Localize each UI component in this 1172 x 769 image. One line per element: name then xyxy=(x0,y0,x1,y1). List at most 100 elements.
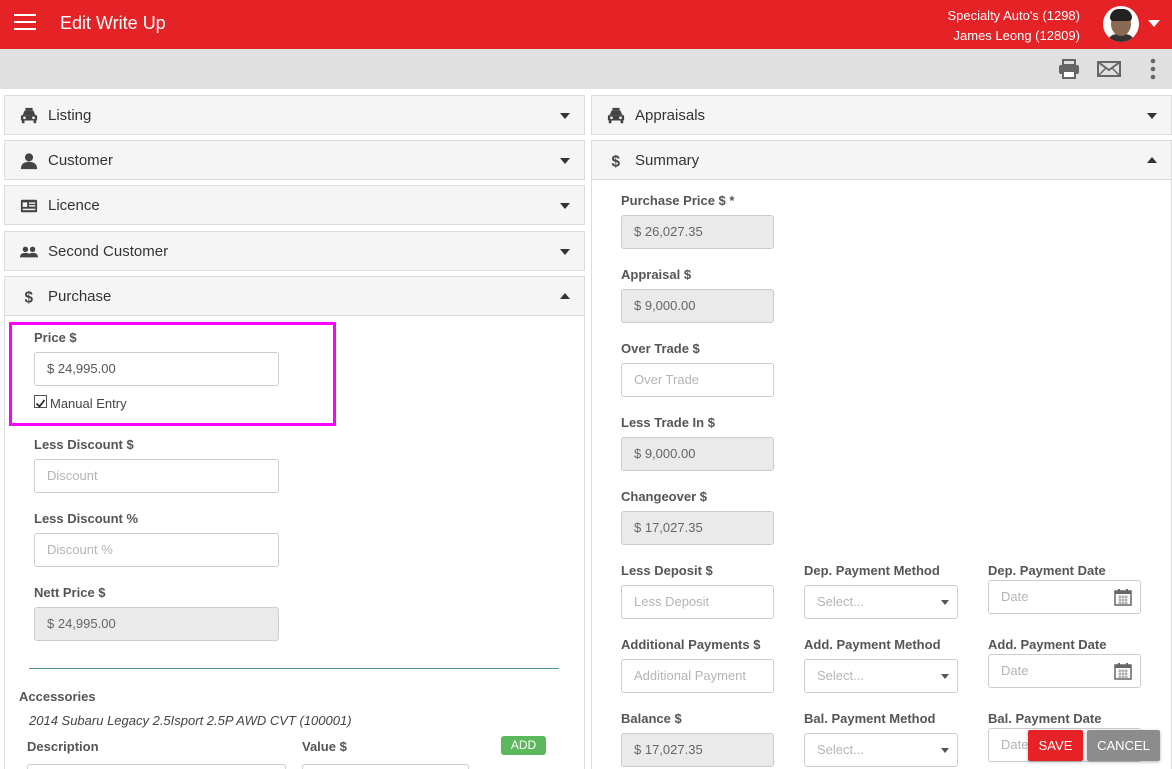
id-card-icon xyxy=(20,199,38,213)
less-trade-in-label: Less Trade In $ xyxy=(621,415,715,430)
hamburger-menu-icon[interactable] xyxy=(14,14,36,32)
appraisal-field: $ 9,000.00 xyxy=(621,289,774,323)
calendar-icon[interactable] xyxy=(1114,662,1132,680)
car-icon xyxy=(20,107,38,124)
add-method-label: Add. Payment Method xyxy=(804,637,941,652)
panel-second-customer[interactable]: Second Customer xyxy=(4,231,585,271)
less-discount-pct-label: Less Discount % xyxy=(34,511,139,526)
less-discount-pct-input[interactable]: Discount % xyxy=(34,533,279,567)
person-icon xyxy=(20,153,38,170)
chevron-down-icon xyxy=(560,113,570,119)
additional-payments-label: Additional Payments $ xyxy=(621,637,761,652)
dealer-name: Specialty Auto's (1298) xyxy=(947,8,1080,23)
cancel-button[interactable]: CANCEL xyxy=(1087,730,1160,761)
dollar-icon: $ xyxy=(612,153,621,170)
less-deposit-input[interactable]: Less Deposit xyxy=(621,585,774,619)
bal-method-label: Bal. Payment Method xyxy=(804,711,936,726)
save-button[interactable]: SAVE xyxy=(1028,730,1083,761)
less-trade-in-field: $ 9,000.00 xyxy=(621,437,774,471)
panel-licence[interactable]: Licence xyxy=(4,185,585,225)
top-app-bar: Edit Write Up Specialty Auto's (1298) Ja… xyxy=(0,0,1172,49)
print-icon[interactable] xyxy=(1057,57,1081,81)
panel-listing[interactable]: Listing xyxy=(4,95,585,135)
dep-method-select[interactable]: Select... xyxy=(804,585,958,619)
manual-entry-checkbox[interactable] xyxy=(34,395,47,408)
nett-price-field: $ 24,995.00 xyxy=(34,607,279,641)
panel-customer-label: Customer xyxy=(48,152,114,169)
user-menu-chevron-down-icon[interactable] xyxy=(1148,20,1160,27)
chevron-up-icon xyxy=(560,293,570,299)
price-label: Price $ xyxy=(34,330,77,345)
less-discount-input[interactable]: Discount xyxy=(34,459,279,493)
chevron-down-icon xyxy=(941,674,949,679)
accessory-description-input[interactable] xyxy=(27,764,286,769)
chevron-down-icon xyxy=(560,203,570,209)
checkmark-icon xyxy=(35,399,46,408)
balance-label: Balance $ xyxy=(621,711,682,726)
svg-text:$: $ xyxy=(612,153,621,170)
chevron-down-icon xyxy=(941,600,949,605)
more-vert-icon[interactable] xyxy=(1141,57,1165,81)
avatar[interactable] xyxy=(1103,6,1139,42)
less-discount-label: Less Discount $ xyxy=(34,437,134,452)
chevron-down-icon xyxy=(560,158,570,164)
people-icon xyxy=(20,246,38,258)
panel-appraisals[interactable]: Appraisals xyxy=(591,95,1172,135)
over-trade-label: Over Trade $ xyxy=(621,341,700,356)
dep-date-input-text: Date xyxy=(1001,589,1029,604)
manual-entry-label: Manual Entry xyxy=(50,396,127,411)
less-deposit-label: Less Deposit $ xyxy=(621,563,713,578)
purchase-price-label: Purchase Price $ * xyxy=(621,193,735,208)
bal-date-label: Bal. Payment Date xyxy=(988,711,1102,726)
svg-text:$: $ xyxy=(25,289,34,306)
panel-summary-label: Summary xyxy=(635,152,700,169)
accessory-value-label: Value $ xyxy=(302,739,347,754)
panel-listing-label: Listing xyxy=(48,107,92,124)
accessories-vehicle: 2014 Subaru Legacy 2.5Isport 2.5P AWD CV… xyxy=(29,713,352,728)
appraisal-label: Appraisal $ xyxy=(621,267,692,282)
user-name: James Leong (12809) xyxy=(953,28,1080,43)
toolbar xyxy=(0,49,1172,89)
user-info: Specialty Auto's (1298) James Leong (128… xyxy=(947,6,1080,46)
dep-method-label: Dep. Payment Method xyxy=(804,563,940,578)
bal-method-select[interactable]: Select... xyxy=(804,733,958,767)
panel-customer[interactable]: Customer xyxy=(4,140,585,180)
dep-method-select-text: Select... xyxy=(817,594,864,609)
changeover-field: $ 17,027.35 xyxy=(621,511,774,545)
email-icon[interactable] xyxy=(1097,57,1121,81)
bal-method-select-text: Select... xyxy=(817,742,864,757)
purchase-price-field: $ 26,027.35 xyxy=(621,215,774,249)
calendar-icon[interactable] xyxy=(1114,588,1132,606)
chevron-up-icon xyxy=(1147,157,1157,163)
accessory-value-input[interactable] xyxy=(302,764,469,769)
changeover-label: Changeover $ xyxy=(621,489,707,504)
panel-purchase-label: Purchase xyxy=(48,288,112,305)
balance-field: $ 17,027.35 xyxy=(621,733,774,767)
accessories-heading: Accessories xyxy=(19,689,96,704)
dep-date-input[interactable]: Date xyxy=(988,580,1141,614)
section-divider xyxy=(29,668,559,669)
accessory-description-label: Description xyxy=(27,739,99,754)
add-method-select[interactable]: Select... xyxy=(804,659,958,693)
add-date-input-text: Date xyxy=(1001,663,1029,678)
add-method-select-text: Select... xyxy=(817,668,864,683)
panel-licence-label: Licence xyxy=(48,197,100,214)
chevron-down-icon xyxy=(1147,113,1157,119)
additional-payment-input[interactable]: Additional Payment xyxy=(621,659,774,693)
page-title: Edit Write Up xyxy=(60,13,166,33)
add-accessory-button[interactable]: ADD xyxy=(501,736,546,755)
over-trade-input[interactable]: Over Trade xyxy=(621,363,774,397)
chevron-down-icon xyxy=(560,249,570,255)
add-date-input[interactable]: Date xyxy=(988,654,1141,688)
chevron-down-icon xyxy=(941,748,949,753)
nett-price-label: Nett Price $ xyxy=(34,585,106,600)
dollar-icon: $ xyxy=(25,289,34,306)
panel-summary[interactable]: $ Summary xyxy=(591,140,1172,180)
panel-appraisals-label: Appraisals xyxy=(635,107,706,124)
car-icon xyxy=(607,107,625,124)
add-date-label: Add. Payment Date xyxy=(988,637,1107,652)
dep-date-label: Dep. Payment Date xyxy=(988,563,1106,578)
panel-second-customer-label: Second Customer xyxy=(48,243,169,260)
panel-purchase[interactable]: $ Purchase xyxy=(4,276,585,316)
price-input[interactable]: $ 24,995.00 xyxy=(34,352,279,386)
